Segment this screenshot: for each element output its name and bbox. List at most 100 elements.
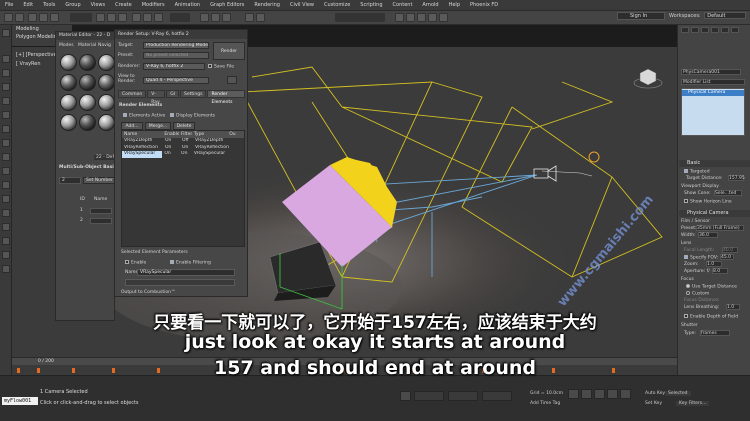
show-horizon-checkbox[interactable]: Show Horizon Line <box>684 199 732 205</box>
material-slot-5[interactable] <box>79 74 96 91</box>
object-icon[interactable] <box>2 97 10 105</box>
percent-snap-icon[interactable] <box>222 13 231 22</box>
scene-explorer-icon[interactable] <box>2 55 10 63</box>
material-count-field[interactable]: 2 <box>59 177 81 184</box>
utilities-tab-icon[interactable] <box>731 27 739 33</box>
material-editor-menu-navigation[interactable]: Navig <box>98 43 111 48</box>
tab-common[interactable]: Common <box>118 90 147 98</box>
material-editor-title[interactable]: Material Editor - 22 - D <box>56 32 114 40</box>
angle-snap-icon[interactable] <box>211 13 220 22</box>
render-setup-title[interactable]: Render Setup: V-Ray 6, hotfix 2 <box>115 30 247 39</box>
group-icon[interactable] <box>2 209 10 217</box>
save-file-box[interactable] <box>208 64 212 68</box>
light-icon[interactable] <box>2 111 10 119</box>
aperture-field[interactable]: 8.0 <box>712 268 728 274</box>
material-slot-3[interactable] <box>98 54 115 71</box>
helper-icon[interactable] <box>2 139 10 147</box>
geometry-icon[interactable] <box>2 167 10 175</box>
go-to-start-icon[interactable] <box>568 389 579 399</box>
material-slot-6[interactable] <box>98 74 115 91</box>
set-key-button[interactable]: Set Key <box>645 401 662 406</box>
motion-tab-icon[interactable] <box>711 27 719 33</box>
selection-filter-dropdown[interactable] <box>70 13 92 22</box>
material-slot-1[interactable] <box>60 54 77 71</box>
rotate-icon[interactable] <box>143 13 152 22</box>
custom-focus-dot[interactable] <box>686 291 690 295</box>
zoom-field[interactable]: 1.0 <box>706 261 722 267</box>
menu-phoenix-fd[interactable]: Phoenix FD <box>465 2 503 8</box>
material-slot-4[interactable] <box>60 74 77 91</box>
hierarchy-tab-icon[interactable] <box>701 27 709 33</box>
link-icon[interactable] <box>28 13 37 22</box>
add-time-tag[interactable]: Add Time Tag <box>530 401 560 406</box>
sub-material-name-field-1[interactable] <box>90 208 112 214</box>
stack-item-physical-camera[interactable]: Physical Camera <box>682 90 744 96</box>
menu-help[interactable]: Help <box>444 2 465 8</box>
space-warp-icon[interactable] <box>2 195 10 203</box>
render-button[interactable]: Render <box>213 42 245 60</box>
element-name-input[interactable]: VRaySpecular <box>137 269 235 276</box>
menu-file[interactable]: File <box>0 2 18 8</box>
display-elements-checkbox[interactable]: Display Elements <box>170 113 215 119</box>
sign-in-button[interactable]: Sign In <box>617 12 665 20</box>
menu-rendering[interactable]: Rendering <box>249 2 285 8</box>
create-tab-icon[interactable] <box>681 27 689 33</box>
enable-filtering-box[interactable] <box>170 260 174 264</box>
next-frame-icon[interactable] <box>607 389 618 399</box>
width-field[interactable]: 36.0 <box>698 232 718 238</box>
menu-edit[interactable]: Edit <box>18 2 38 8</box>
named-selection-dropdown[interactable] <box>335 13 385 22</box>
sub-material-id-2[interactable]: 2 <box>80 218 83 223</box>
menu-content[interactable]: Content <box>388 2 418 8</box>
col-type[interactable]: Type <box>192 131 227 138</box>
view-to-render-dropdown[interactable]: Quad 4 - Perspective <box>143 77 209 84</box>
bone-icon[interactable] <box>2 181 10 189</box>
frozen-icon[interactable] <box>2 223 10 231</box>
tab-render-elements[interactable]: Render Elements <box>207 90 245 105</box>
elements-active-checkbox[interactable]: Elements Active <box>123 113 165 119</box>
display-elements-box[interactable] <box>170 113 174 117</box>
multi-sub-object-rollout[interactable]: Multi/Sub-Object Basic <box>59 165 116 170</box>
modifier-list-dropdown[interactable]: Modifier List <box>681 79 745 85</box>
container-icon[interactable] <box>2 265 10 273</box>
material-editor-icon[interactable] <box>406 13 415 22</box>
snap-icon[interactable] <box>200 13 209 22</box>
x-coordinate-field[interactable] <box>414 391 444 401</box>
tab-settings[interactable]: Settings <box>180 90 207 98</box>
previous-frame-icon[interactable] <box>581 389 592 399</box>
modifier-stack[interactable]: Physical Camera <box>681 88 745 136</box>
use-target-distance-radio[interactable]: Use Target Distance <box>686 284 737 290</box>
material-slot-7[interactable] <box>60 94 77 111</box>
material-slot-12[interactable] <box>98 114 115 131</box>
select-by-name-icon[interactable] <box>107 13 116 22</box>
menu-tools[interactable]: Tools <box>38 2 60 8</box>
basic-rollout[interactable]: Basic <box>679 160 750 167</box>
tab-vray[interactable]: V-Ray <box>147 90 166 105</box>
display-tab-icon[interactable] <box>721 27 729 33</box>
redo-icon[interactable] <box>15 13 24 22</box>
menu-create[interactable]: Create <box>110 2 137 8</box>
reference-coord-dropdown[interactable] <box>170 13 190 22</box>
add-element-button[interactable]: Add... <box>121 122 143 130</box>
preset-dropdown[interactable]: No preset selected <box>143 52 209 59</box>
set-number-button[interactable]: Set Number <box>83 177 116 184</box>
workspaces-dropdown[interactable]: Default <box>704 12 747 19</box>
shape-icon[interactable] <box>2 153 10 161</box>
table-row-selected[interactable]: VRaySpecular On On VRaySpecular <box>122 151 244 158</box>
use-target-distance-dot[interactable] <box>686 284 690 288</box>
render-icon[interactable] <box>439 13 448 22</box>
render-setup-icon[interactable] <box>417 13 426 22</box>
targeted-checkbox[interactable]: Targeted <box>684 169 710 175</box>
specify-fov-checkbox[interactable]: Specify FOV: <box>684 255 718 261</box>
show-cone-dropdown[interactable]: Sele...ted <box>714 190 742 196</box>
play-icon[interactable] <box>594 389 605 399</box>
lock-selection-icon[interactable] <box>400 391 411 401</box>
key-filters-button[interactable]: Key Filters... <box>676 401 710 406</box>
col-output[interactable]: Ou <box>227 131 244 138</box>
custom-focus-radio[interactable]: Custom <box>686 291 709 297</box>
enable-filtering-checkbox[interactable]: Enable Filtering <box>170 260 211 266</box>
elements-active-box[interactable] <box>123 113 127 117</box>
create-selection-icon[interactable] <box>2 29 10 37</box>
region-select-icon[interactable] <box>118 13 127 22</box>
menu-civil-view[interactable]: Civil View <box>285 2 319 8</box>
